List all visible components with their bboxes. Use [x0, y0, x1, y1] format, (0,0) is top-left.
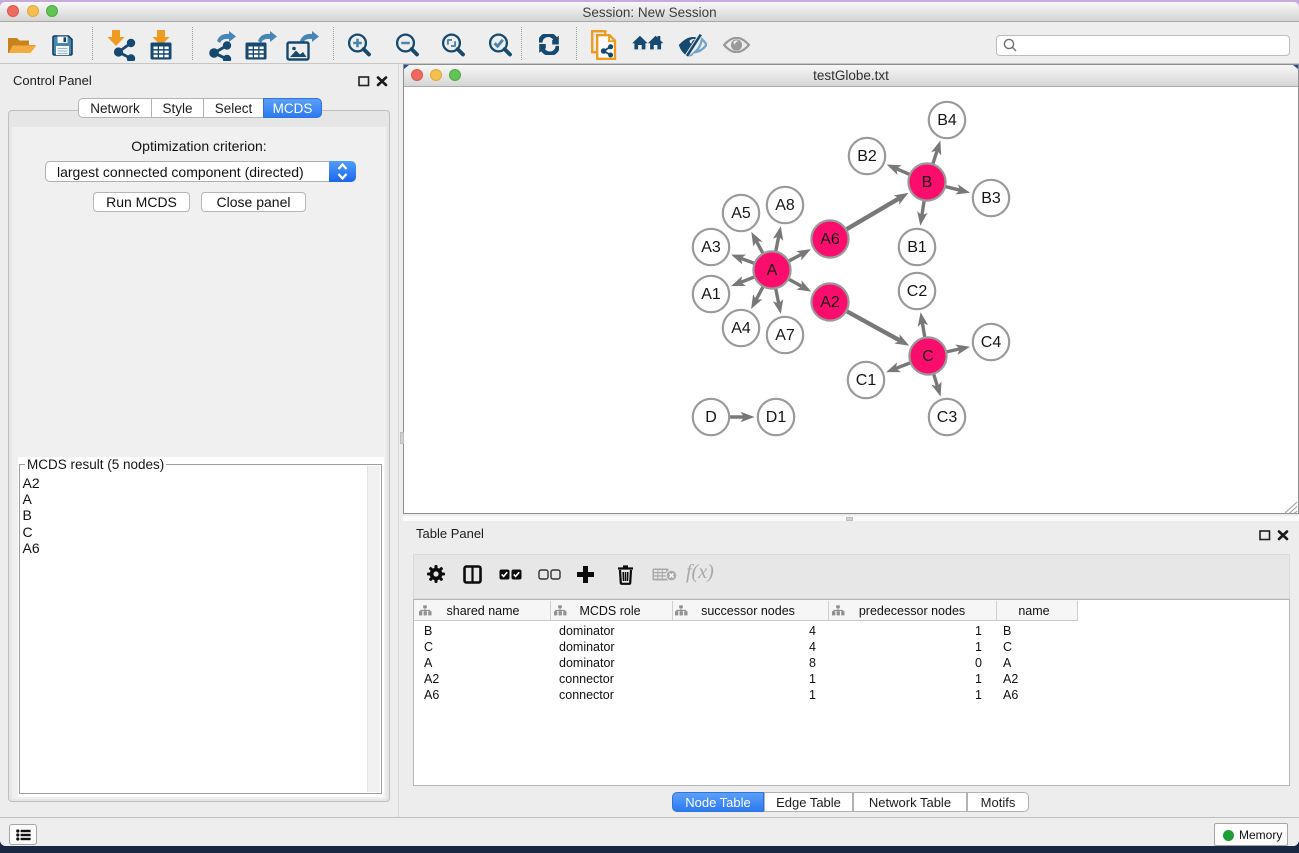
svg-text:A3: A3	[701, 239, 721, 256]
svg-text:A4: A4	[731, 320, 751, 337]
svg-text:C2: C2	[907, 283, 928, 300]
svg-text:C3: C3	[937, 409, 958, 426]
svg-text:D: D	[705, 409, 717, 426]
svg-text:A: A	[767, 262, 778, 279]
svg-text:A7: A7	[775, 327, 795, 344]
svg-text:D1: D1	[766, 409, 787, 426]
svg-text:B: B	[922, 174, 933, 191]
svg-text:A2: A2	[820, 294, 840, 311]
svg-text:B1: B1	[907, 239, 927, 256]
svg-text:A6: A6	[820, 231, 840, 248]
svg-text:A5: A5	[731, 205, 751, 222]
svg-text:A1: A1	[701, 286, 721, 303]
svg-text:A8: A8	[775, 197, 795, 214]
svg-text:C1: C1	[856, 372, 877, 389]
svg-text:C: C	[922, 348, 934, 365]
svg-text:B3: B3	[981, 190, 1001, 207]
svg-text:B2: B2	[857, 148, 877, 165]
svg-text:C4: C4	[981, 334, 1002, 351]
svg-text:B4: B4	[937, 112, 957, 129]
